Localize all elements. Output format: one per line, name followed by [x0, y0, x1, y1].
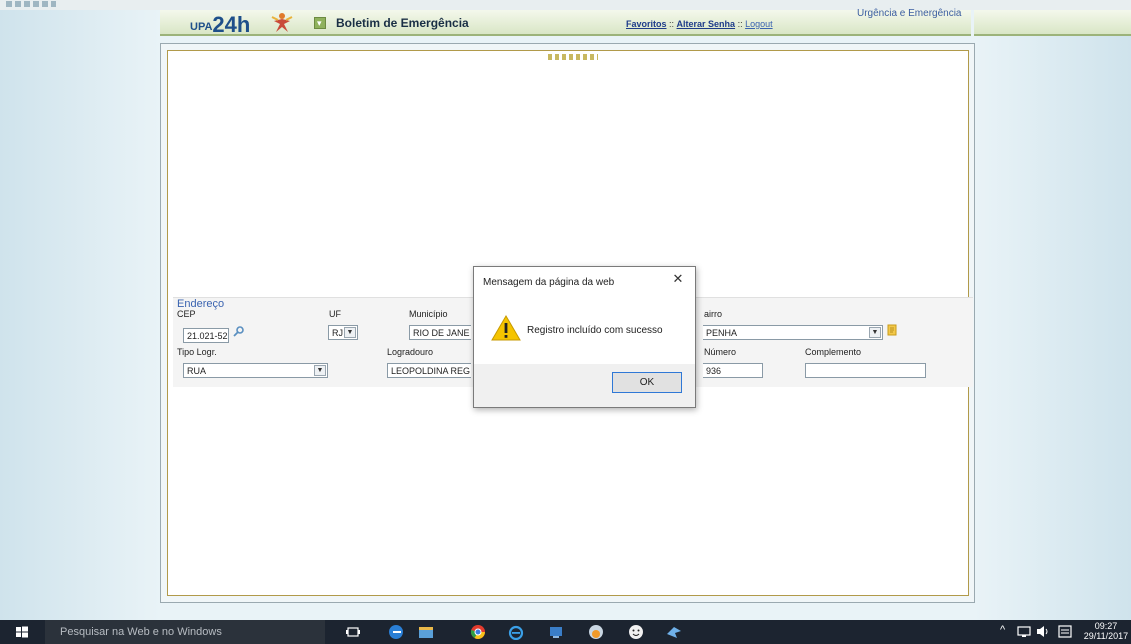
system-name: Urgência e Emergência	[857, 8, 962, 19]
uf-select[interactable]: RJ ▼	[328, 325, 358, 340]
link-separator: ::	[735, 19, 746, 29]
search-cep-icon[interactable]	[233, 325, 245, 337]
tipo-logr-label: Tipo Logr.	[177, 347, 217, 357]
smiley-app-icon[interactable]	[628, 624, 644, 640]
cep-label: CEP	[177, 309, 196, 319]
logo-figure-icon	[271, 13, 293, 32]
link-separator: ::	[666, 19, 677, 29]
municipio-label: Município	[409, 309, 448, 319]
logo-upa-text: UPA	[190, 21, 213, 33]
keyboard-icon[interactable]	[1058, 625, 1072, 638]
cep-field[interactable]: 21.021-522	[183, 328, 229, 343]
bairro-value: PENHA	[706, 328, 738, 338]
close-icon[interactable]: ✕	[671, 272, 685, 286]
numero-label: Número	[704, 347, 737, 357]
clock-date[interactable]: 29/11/2017	[1080, 631, 1131, 641]
dialog-title: Mensagem da página da web	[483, 277, 615, 288]
file-explorer-icon[interactable]	[418, 624, 434, 640]
edge-icon[interactable]	[388, 624, 404, 640]
network-icon[interactable]	[1017, 625, 1031, 638]
task-view-icon[interactable]	[345, 624, 361, 640]
taskbar-search-placeholder: Pesquisar na Web e no Windows	[60, 626, 222, 638]
system-tab	[974, 10, 1131, 36]
taskbar-search-box[interactable]: Pesquisar na Web e no Windows	[45, 620, 325, 644]
volume-icon[interactable]	[1036, 625, 1050, 638]
bairro-select[interactable]: PENHA ▼	[703, 325, 883, 340]
top-links: Favoritos :: Alterar Senha :: Logout	[626, 19, 773, 29]
alterar-senha-link[interactable]: Alterar Senha	[677, 19, 736, 29]
chevron-up-icon[interactable]: ^	[1000, 624, 1005, 636]
menu-toggle-button[interactable]: ▾	[314, 17, 326, 29]
network-app-icon[interactable]	[548, 624, 564, 640]
app-globe-icon[interactable]	[588, 624, 604, 640]
app-header: UPA 24h ▾ Boletim de Emergência Favorito…	[160, 10, 971, 36]
chrome-icon[interactable]	[470, 624, 486, 640]
dialog-footer: OK	[474, 364, 695, 407]
ok-button[interactable]: OK	[612, 372, 682, 393]
numero-field[interactable]: 936	[703, 363, 763, 378]
internet-explorer-icon[interactable]	[508, 624, 524, 640]
chevron-down-icon: ▼	[869, 327, 881, 338]
complemento-field[interactable]	[805, 363, 926, 378]
chevron-down-icon: ▾	[317, 18, 322, 28]
favoritos-link[interactable]: Favoritos	[626, 19, 667, 29]
logradouro-label: Logradouro	[387, 347, 434, 357]
uf-value: RJ	[332, 328, 343, 338]
uf-label: UF	[329, 309, 341, 319]
page-title: Boletim de Emergência	[336, 16, 469, 30]
dialog-message: Registro incluído com sucesso	[527, 325, 663, 336]
chevron-down-icon: ▼	[344, 327, 356, 338]
bairro-label: airro	[704, 309, 723, 319]
tipo-logr-value: RUA	[187, 366, 207, 376]
logo-24h-text: 24h	[212, 12, 251, 37]
dots-decoration	[6, 1, 56, 7]
notepad-icon[interactable]	[886, 324, 898, 336]
app-bird-icon[interactable]	[666, 624, 682, 640]
complemento-label: Complemento	[805, 347, 862, 357]
warning-icon	[491, 315, 521, 341]
chevron-down-icon: ▼	[314, 365, 326, 376]
upa24h-logo: UPA 24h	[190, 12, 250, 36]
loading-indicator	[548, 54, 598, 60]
windows-start-icon[interactable]	[0, 620, 45, 644]
logradouro-field[interactable]: LEOPOLDINA REG	[387, 363, 471, 378]
tipo-logr-select[interactable]: RUA ▼	[183, 363, 328, 378]
clock-time[interactable]: 09:27	[1086, 621, 1126, 631]
windows-taskbar: Pesquisar na Web e no Windows ^ 09:27 29…	[0, 620, 1131, 644]
municipio-field[interactable]: RIO DE JANE	[409, 325, 471, 340]
message-dialog: Mensagem da página da web ✕ Registro inc…	[473, 266, 696, 408]
logout-link[interactable]: Logout	[745, 19, 773, 29]
